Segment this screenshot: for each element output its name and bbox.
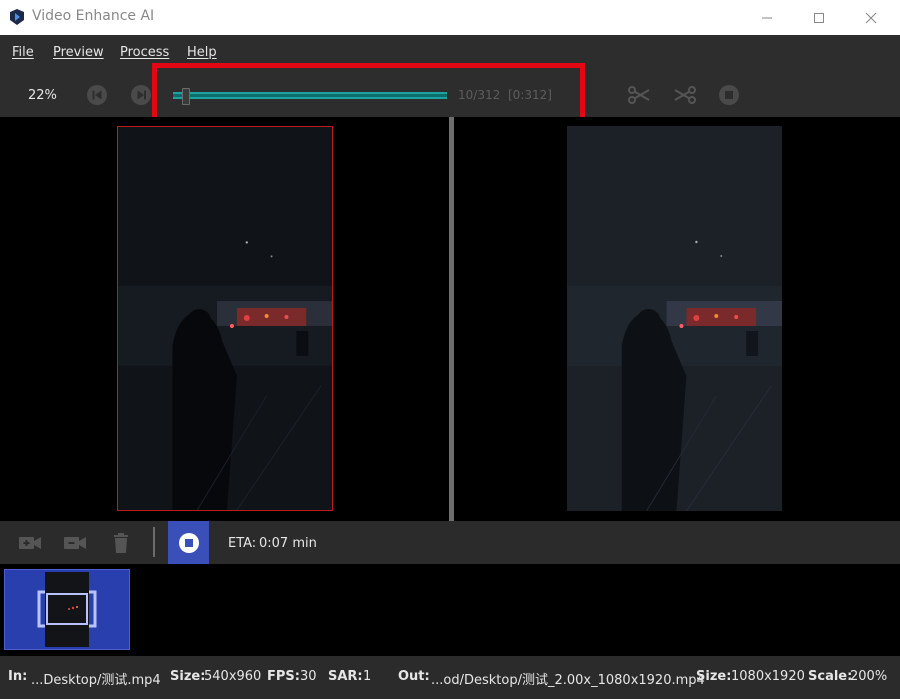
in-size-value: 540x960 [204,669,262,684]
split-divider[interactable] [449,117,454,521]
input-frame[interactable] [117,126,333,511]
app-logo-icon [10,9,24,25]
fps-value: 30 [300,669,317,684]
menu-bar: File Preview Process Help [0,35,900,65]
maximize-button[interactable] [796,0,842,35]
preview-area [0,117,900,521]
status-bar: In: ...Desktop/测试.mp4 Size: 540x960 FPS:… [0,656,900,699]
close-button[interactable] [848,0,894,35]
in-size-label: Size: [170,669,206,684]
stop-icon[interactable] [718,84,740,106]
menu-preview[interactable]: Preview [53,45,104,60]
cut-start-icon[interactable] [627,84,651,106]
menu-process[interactable]: Process [120,45,169,60]
out-size-value: 1080x1920 [731,669,805,684]
out-label: Out: [398,669,430,684]
eta-label: ETA: [228,536,257,551]
window-title: Video Enhance AI [32,8,155,24]
sar-value: 1 [363,669,372,684]
title-bar: Video Enhance AI [0,0,900,35]
output-video-frame [567,126,782,511]
minimize-button[interactable] [744,0,790,35]
stop-processing-button[interactable] [168,521,209,564]
trash-icon[interactable] [108,530,134,556]
input-video-frame [118,127,332,510]
add-video-icon[interactable] [17,530,43,556]
in-label: In: [8,669,28,684]
scale-value: 200% [850,669,888,684]
video-thumbnail[interactable] [4,569,130,650]
in-value: ...Desktop/测试.mp4 [31,673,161,688]
play-icon[interactable] [130,84,152,106]
close-icon [865,12,877,23]
skip-to-start-icon[interactable] [86,84,108,106]
fps-label: FPS: [267,669,300,684]
control-strip: ETA: 0:07 min [0,521,900,564]
sar-label: SAR: [328,669,363,684]
menu-file[interactable]: File [12,45,34,60]
scale-label: Scale: [808,669,853,684]
menu-help[interactable]: Help [187,45,217,60]
cut-end-icon[interactable] [673,84,697,106]
stop-circle-icon [178,532,199,553]
remove-video-icon[interactable] [62,530,88,556]
zoom-level[interactable]: 22% [28,88,57,103]
minimize-icon [762,17,772,18]
toolbar-separator [153,527,155,557]
maximize-icon [814,12,824,23]
output-frame[interactable] [567,126,782,511]
eta-value: 0:07 min [259,536,317,551]
out-size-label: Size: [696,669,732,684]
out-value: ...od/Desktop/测试_2.00x_1080x1920.mp4 [431,673,705,688]
thumbnail-strip [0,564,900,656]
thumbnail-preview [37,572,97,647]
